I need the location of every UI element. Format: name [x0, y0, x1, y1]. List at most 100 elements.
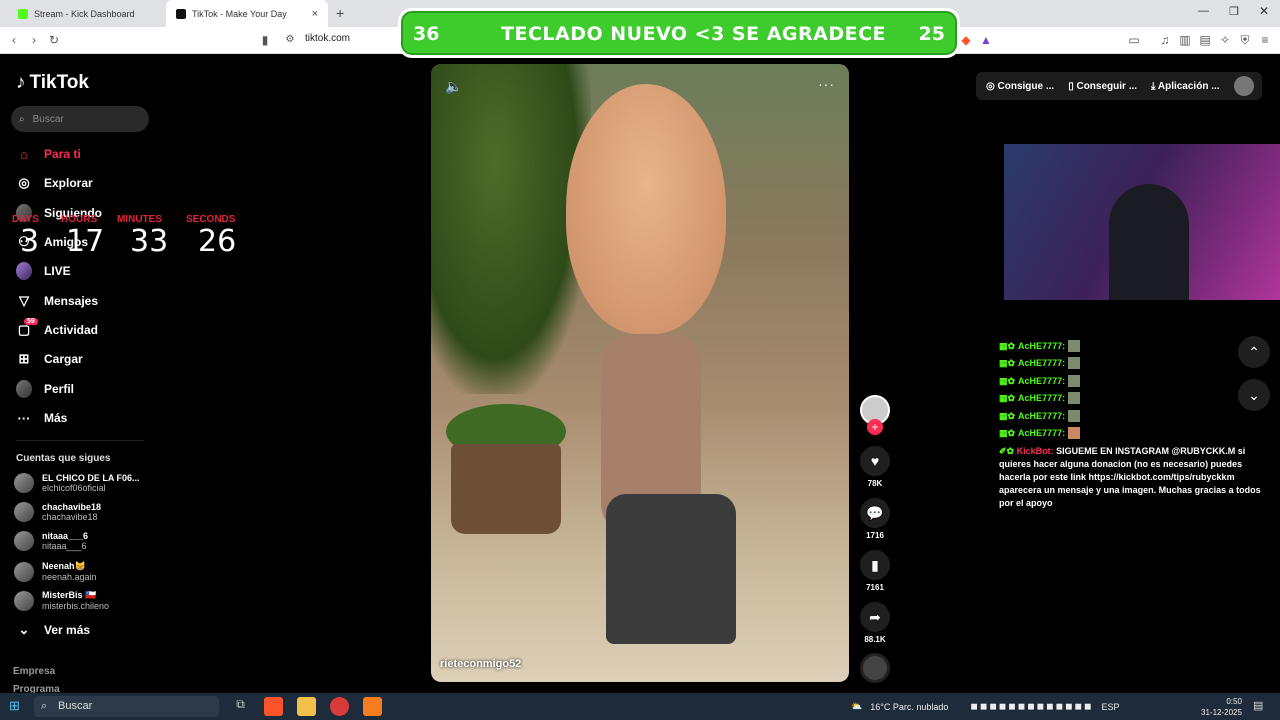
site-info-icon[interactable]: ⚙ [282, 32, 298, 48]
sidebar-item-cargar[interactable]: ⊞ Cargar [16, 348, 83, 370]
messages-icon: ▽ [19, 293, 29, 308]
taskbar-search-label: Buscar [58, 700, 93, 712]
tiktok-logo[interactable]: ♪ TikTok [16, 72, 89, 94]
language-indicator[interactable]: ESP [1102, 702, 1120, 712]
badge-icons: ▦✿ [999, 427, 1016, 438]
close-tab-icon[interactable]: × [312, 8, 318, 20]
user-avatar[interactable] [1234, 76, 1254, 96]
share-button[interactable]: ➦ 88.1K [860, 602, 890, 644]
sidebar-divider [16, 440, 144, 441]
new-tab-icon[interactable]: + [336, 5, 344, 21]
app-button[interactable]: ⤓ Aplicación ... [1151, 81, 1220, 92]
sidebar-item-live[interactable]: LIVE [16, 260, 71, 282]
tab-tiktok[interactable]: TikTok - Make Your Day × [166, 0, 328, 27]
countdown-minutes: 33 [130, 224, 169, 259]
video-author[interactable]: rieteconmigo52 [440, 658, 521, 670]
chat-message: ▦✿ AcHE7777: [999, 375, 1081, 387]
banner-left-number: 36 [413, 23, 440, 45]
search-input[interactable]: ⌕ Buscar [11, 106, 149, 132]
like-button[interactable]: ♥ 78K [860, 446, 890, 488]
video-character-head [566, 84, 726, 334]
follow-plus-icon[interactable]: + [867, 419, 883, 435]
leo-icon[interactable]: ✧ [1217, 32, 1233, 48]
brave-taskbar-icon[interactable] [264, 697, 283, 716]
more-icon: ··· [17, 410, 31, 426]
video-character-legs [606, 494, 736, 644]
compass-icon: ◎ [18, 175, 30, 190]
sidebar-item-label: Explorar [44, 176, 93, 190]
sidebar-item-label: Mensajes [44, 294, 99, 308]
notifications-icon[interactable]: ▤ [1253, 699, 1263, 712]
chat-username: AcHE7777: [1018, 341, 1066, 351]
bookmark-icon[interactable]: ▮ [257, 32, 273, 48]
countdown-seconds: 26 [198, 224, 237, 259]
following-account[interactable]: chachavibe18 chachavibe18 [14, 502, 101, 522]
windows-start-icon[interactable]: ⊞ [9, 698, 20, 714]
get-coins-button[interactable]: ◎ Consigue ... [986, 81, 1054, 92]
maximize-icon[interactable]: ❐ [1229, 5, 1239, 18]
minimize-icon[interactable]: — [1198, 5, 1209, 17]
back-icon[interactable]: ‹ [6, 32, 22, 48]
account-name: Neenah😸 [42, 561, 86, 571]
volume-icon[interactable]: 🔈 [445, 78, 462, 95]
wallet-icon[interactable]: ▤ [1197, 32, 1213, 48]
music-icon[interactable]: ♫ [1157, 32, 1173, 48]
get-label: Conseguir ... [1076, 80, 1138, 92]
system-tray: ⛅ 16°C Parc. nublado ◼◼◼◼◼◼◼◼◼◼◼◼◼ ESP [851, 693, 1120, 720]
vpn-icon[interactable]: ⛨ [1237, 32, 1253, 48]
tray-icons[interactable]: ◼◼◼◼◼◼◼◼◼◼◼◼◼ [970, 701, 1093, 712]
app-icon[interactable] [363, 697, 382, 716]
sidebar-item-perfil[interactable]: Perfil [16, 378, 74, 400]
following-account[interactable]: EL CHICO DE LA F06... elchicof06oficial [14, 473, 140, 493]
sidebar-item-explorar[interactable]: ◎ Explorar [16, 172, 93, 194]
sidebar-item-mas[interactable]: ··· Más [16, 407, 68, 429]
tab-kick-dashboard[interactable]: Stream - Kick Dashboard [8, 0, 166, 27]
music-disc-icon[interactable] [860, 653, 890, 683]
brave-rewards-icon[interactable]: ▲ [978, 32, 994, 48]
bookmark-icon: ▮ [860, 550, 890, 580]
clock-date: 31-12-2025 [1201, 708, 1242, 717]
badge-icons: ▦✿ [999, 410, 1016, 421]
taskbar-search[interactable]: ⌕ Buscar [34, 696, 219, 717]
following-account[interactable]: MisterBis 🇨🇱 misterbis.chileno [14, 590, 109, 611]
next-video-button[interactable]: ⌄ [1238, 379, 1270, 411]
media-icon[interactable]: ▭ [1126, 32, 1142, 48]
previous-video-button[interactable]: ⌃ [1238, 336, 1270, 368]
chat-message: ▦✿ AcHE7777: [999, 357, 1081, 369]
address-bar[interactable]: tiktok.com [305, 33, 350, 44]
menu-icon[interactable]: ≡ [1257, 32, 1273, 48]
sidebar-toggle-icon[interactable]: ▥ [1177, 32, 1193, 48]
sidebar-item-label: Perfil [44, 382, 75, 396]
tiktok-note-icon: ♪ [16, 72, 26, 93]
file-explorer-icon[interactable] [297, 697, 316, 716]
chat-username: AcHE7777: [1018, 376, 1066, 386]
video-player[interactable]: 🔈 ··· rieteconmigo52 [431, 64, 849, 682]
comment-count: 1716 [866, 531, 884, 540]
bot-badge-icons: ✐✿ [999, 446, 1017, 456]
clock[interactable]: 0:50 31-12-2025 [1201, 696, 1242, 718]
weather-text[interactable]: 16°C Parc. nublado [870, 702, 948, 712]
sidebar-item-actividad[interactable]: ▢ 59 Actividad [16, 318, 98, 341]
search-placeholder: Buscar [32, 113, 64, 125]
reload-icon[interactable]: ↻ [46, 32, 62, 48]
more-options-icon[interactable]: ··· [818, 76, 835, 92]
save-button[interactable]: ▮ 7161 [860, 550, 890, 592]
comment-button[interactable]: 💬 1716 [860, 498, 890, 540]
sidebar-item-para-ti[interactable]: ⌂ Para ti [16, 143, 81, 165]
following-account[interactable]: Neenah😸 neenah.again [14, 561, 97, 582]
account-name: MisterBis 🇨🇱 [42, 590, 97, 600]
get-button[interactable]: ▯ Conseguir ... [1068, 81, 1137, 92]
forward-icon[interactable]: › [26, 32, 42, 48]
avatar [14, 561, 34, 582]
obs-icon[interactable] [330, 697, 349, 716]
see-more-link[interactable]: ⌄ Ver más [16, 619, 91, 641]
sidebar-item-mensajes[interactable]: ▽ Mensajes [16, 290, 98, 312]
brave-shield-icon[interactable]: ◆ [958, 32, 974, 48]
footer-link-empresa[interactable]: Empresa [13, 666, 55, 677]
chat-message: ▦✿ AcHE7777: [999, 427, 1081, 439]
task-view-icon[interactable]: ⧉ [231, 697, 250, 716]
video-planter [451, 444, 561, 534]
close-window-icon[interactable]: ✕ [1259, 4, 1269, 18]
share-count: 88.1K [864, 635, 886, 644]
following-account[interactable]: nitaaa___6 nitaaa___6 [14, 531, 88, 551]
